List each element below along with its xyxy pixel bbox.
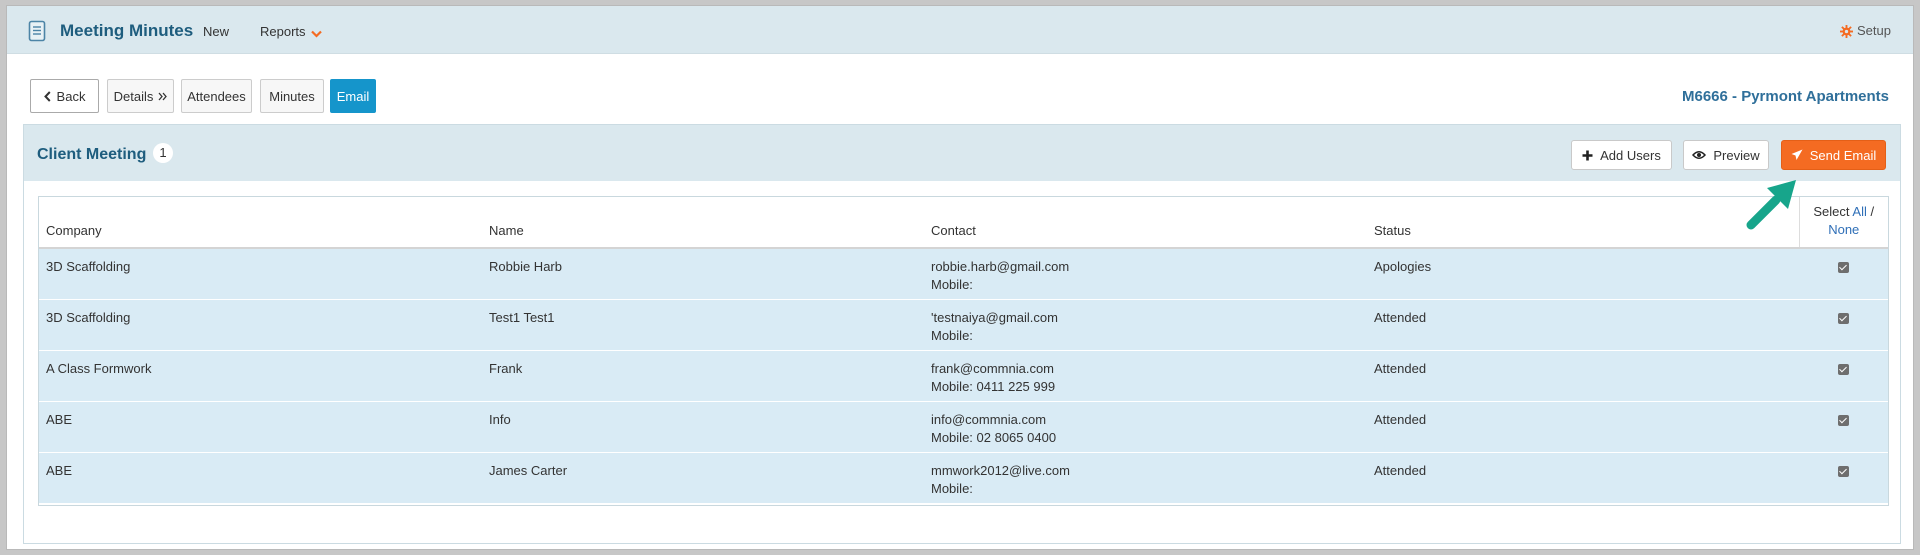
contact-email: info@commnia.com: [931, 411, 1047, 427]
tab-minutes[interactable]: Minutes: [260, 79, 324, 113]
cell-status: Attended: [1367, 350, 1799, 402]
plus-icon: [1582, 150, 1593, 160]
back-button[interactable]: Back: [30, 79, 99, 113]
nav-reports-label: Reports: [260, 24, 306, 39]
app-frame: Meeting Minutes New Reports Setup Back D…: [6, 5, 1914, 550]
cell-select: [1799, 452, 1888, 504]
contact-email: 'testnaiya@gmail.com: [931, 309, 1058, 325]
nav-setup-link[interactable]: Setup: [1840, 23, 1891, 38]
tab-minutes-label: Minutes: [269, 88, 315, 104]
tab-attendees[interactable]: Attendees: [181, 79, 252, 113]
tab-details[interactable]: Details: [107, 79, 174, 113]
cell-name: Robbie Harb: [482, 248, 924, 300]
project-title: M6666 - Pyrmont Apartments: [1682, 88, 1889, 105]
preview-button[interactable]: Preview: [1683, 140, 1769, 170]
contact-mobile: Mobile:: [931, 277, 973, 292]
table-row: 3D Scaffolding Test1 Test1 'testnaiya@gm…: [39, 299, 1888, 351]
select-none-link[interactable]: None: [1828, 222, 1859, 237]
table-row: A Class Formwork Frank frank@commnia.com…: [39, 350, 1888, 402]
table-row: 3D Scaffolding Robbie Harb robbie.harb@g…: [39, 248, 1888, 300]
panel-title: Client Meeting: [37, 146, 147, 163]
select-separator: /: [1866, 204, 1875, 219]
select-label: Select: [1813, 204, 1850, 219]
row-checkbox[interactable]: [1838, 262, 1849, 273]
cell-status: Attended: [1367, 401, 1799, 453]
cell-select: [1799, 350, 1888, 402]
cell-contact: mmwork2012@live.com Mobile:: [924, 452, 1367, 504]
contact-email: robbie.harb@gmail.com: [931, 259, 1070, 274]
cell-company: A Class Formwork: [39, 350, 482, 402]
cell-contact: robbie.harb@gmail.com Mobile:: [924, 248, 1367, 300]
table-row: ABE James Carter mmwork2012@live.com Mobi…: [39, 452, 1888, 504]
preview-label: Preview: [1713, 147, 1760, 163]
chevron-down-icon: [310, 30, 322, 38]
paper-plane-icon: [1791, 149, 1803, 160]
tab-attendees-label: Attendees: [187, 88, 246, 104]
cell-company: ABE: [39, 401, 482, 453]
select-all-link[interactable]: All: [1852, 204, 1866, 219]
contact-email: frank@commnia.com: [931, 360, 1055, 376]
cell-name: Info: [482, 401, 924, 453]
cell-company: 3D Scaffolding: [39, 248, 482, 300]
cell-status: Attended: [1367, 299, 1799, 351]
contact-email: mmwork2012@live.com: [931, 462, 1070, 478]
contact-mobile: Mobile:: [931, 327, 973, 343]
panel-header: Client Meeting 1 Add Users Preview Send …: [24, 125, 1900, 181]
cell-contact: info@commnia.com Mobile: 02 8065 0400: [924, 401, 1367, 453]
col-status[interactable]: Status: [1367, 197, 1799, 249]
cell-contact: 'testnaiya@gmail.com Mobile:: [924, 299, 1367, 351]
col-company[interactable]: Company: [39, 197, 482, 249]
top-navbar: Meeting Minutes New Reports Setup: [7, 6, 1913, 54]
cell-contact: frank@commnia.com Mobile: 0411 225 999: [924, 350, 1367, 402]
setup-label: Setup: [1857, 23, 1891, 38]
send-email-button[interactable]: Send Email: [1781, 140, 1886, 170]
attendee-table: Company Name Contact Status Select All /…: [38, 196, 1889, 506]
gear-icon: [1840, 25, 1854, 38]
document-icon[interactable]: [28, 20, 48, 42]
cell-select: [1799, 248, 1888, 300]
col-contact[interactable]: Contact: [924, 197, 1367, 249]
cell-select: [1799, 299, 1888, 351]
double-chevron-right-icon: [158, 92, 168, 100]
nav-reports-menu[interactable]: Reports: [260, 24, 322, 39]
table-header-row: Company Name Contact Status Select All /…: [39, 197, 1888, 249]
row-checkbox[interactable]: [1838, 414, 1849, 426]
row-checkbox[interactable]: [1838, 465, 1849, 477]
cell-company: ABE: [39, 452, 482, 504]
col-name[interactable]: Name: [482, 197, 924, 249]
contact-mobile: Mobile: 0411 225 999: [931, 378, 1056, 394]
app-title[interactable]: Meeting Minutes: [60, 21, 193, 41]
row-checkbox[interactable]: [1838, 363, 1849, 375]
contact-mobile: Mobile: 02 8065 0400: [931, 429, 1057, 445]
count-badge: 1: [153, 143, 173, 163]
cell-company: 3D Scaffolding: [39, 299, 482, 351]
cell-status: Attended: [1367, 452, 1799, 504]
arrow-icon: [1746, 180, 1796, 230]
send-email-label: Send Email: [1809, 147, 1877, 163]
col-select: Select All / None: [1798, 197, 1888, 249]
cell-status: Apologies: [1367, 248, 1799, 300]
row-checkbox[interactable]: [1838, 312, 1849, 324]
nav-new-link[interactable]: New: [203, 24, 229, 39]
tab-email[interactable]: Email: [330, 79, 376, 113]
meeting-panel: Client Meeting 1 Add Users Preview Send …: [23, 124, 1901, 544]
table-row: ABE Info info@commnia.com Mobile: 02 8065…: [39, 401, 1888, 453]
add-users-button[interactable]: Add Users: [1571, 140, 1672, 170]
tab-email-label: Email: [336, 88, 370, 104]
chevron-left-icon: [43, 90, 51, 102]
eye-icon: [1692, 151, 1707, 159]
back-label: Back: [56, 88, 86, 104]
cell-name: Test1 Test1: [482, 299, 924, 351]
contact-mobile: Mobile:: [931, 480, 973, 496]
add-users-label: Add Users: [1600, 147, 1661, 163]
tab-details-label: Details: [113, 88, 154, 104]
cell-name: James Carter: [482, 452, 924, 504]
cell-select: [1799, 401, 1888, 453]
cell-name: Frank: [482, 350, 924, 402]
